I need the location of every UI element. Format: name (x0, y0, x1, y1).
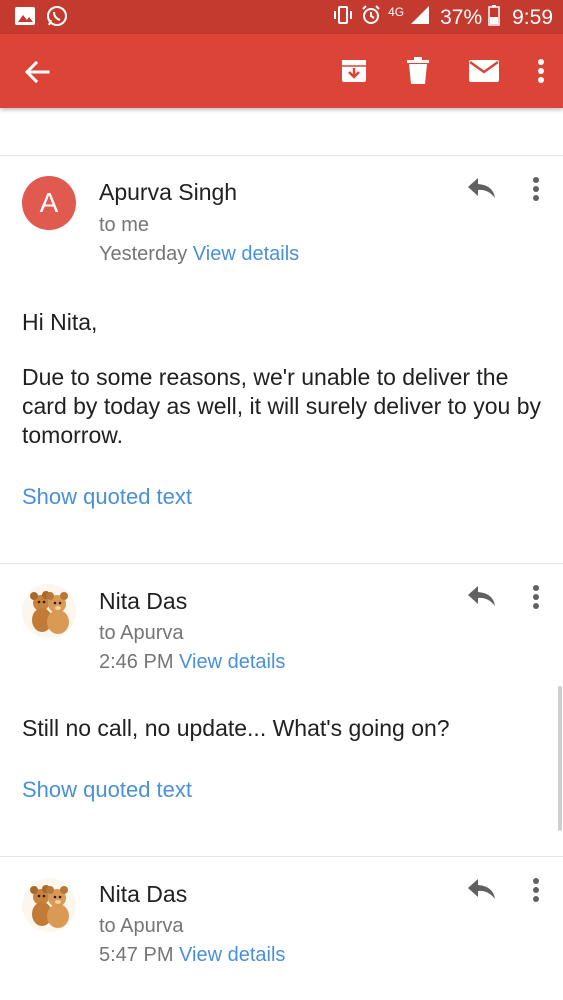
app-bar (0, 34, 563, 108)
show-quoted-text-link[interactable]: Show quoted text (22, 484, 192, 510)
whatsapp-notification-icon (46, 5, 68, 32)
reply-icon[interactable] (466, 175, 498, 205)
message-meta: Yesterday View details (99, 243, 299, 266)
sender-name[interactable]: Nita Das (99, 881, 187, 908)
recipient-line: to me (99, 214, 150, 236)
show-quoted-text-link[interactable]: Show quoted text (22, 777, 192, 803)
message-body: Due to some reasons, we'r unable to deli… (22, 364, 541, 448)
archive-icon[interactable] (337, 54, 371, 88)
battery-icon (488, 4, 500, 32)
message-card: Nita Das to Apurva 5:47 PM View details (0, 857, 563, 1000)
message-card: A Apurva Singh to me Yesterday View deta… (0, 157, 563, 563)
message-overflow-icon[interactable] (524, 876, 548, 906)
sender-name[interactable]: Apurva Singh (99, 179, 237, 206)
message-meta: 2:46 PM View details (99, 651, 285, 674)
gallery-notification-icon (14, 6, 36, 31)
back-arrow-icon[interactable] (20, 55, 54, 89)
signal-icon (410, 5, 430, 31)
teddy-bear-avatar-icon (22, 584, 76, 638)
message-meta: 5:47 PM View details (99, 944, 285, 967)
message-time: 5:47 PM (99, 944, 174, 966)
message-greeting: Hi Nita, (22, 309, 98, 335)
network-type: 4G (388, 5, 405, 19)
scrollbar-thumb[interactable] (558, 686, 562, 831)
subject-strip (0, 108, 563, 156)
view-details-link[interactable]: View details (193, 243, 299, 265)
view-details-link[interactable]: View details (179, 651, 285, 673)
clock: 9:59 (512, 6, 553, 29)
view-details-link[interactable]: View details (179, 944, 285, 966)
status-bar: 4G 37% 9:59 (0, 0, 563, 34)
message-card: Nita Das to Apurva 2:46 PM View details … (0, 564, 563, 856)
reply-icon[interactable] (466, 876, 498, 906)
recipient-line: to Apurva (99, 915, 184, 937)
message-time: Yesterday (99, 243, 188, 265)
reply-icon[interactable] (466, 583, 498, 613)
recipient-line: to Apurva (99, 622, 184, 644)
message-overflow-icon[interactable] (524, 583, 548, 613)
vibrate-icon (332, 4, 354, 32)
teddy-bear-avatar-icon (22, 878, 76, 932)
message-overflow-icon[interactable] (524, 175, 548, 205)
overflow-menu-icon[interactable] (533, 54, 549, 88)
battery-percent: 37% (440, 6, 483, 29)
alarm-icon (360, 4, 382, 32)
avatar[interactable] (22, 878, 76, 932)
sender-name[interactable]: Nita Das (99, 588, 187, 615)
message-body: Still no call, no update... What's going… (22, 715, 450, 741)
avatar[interactable] (22, 584, 76, 638)
mark-unread-icon[interactable] (467, 54, 501, 88)
delete-icon[interactable] (401, 54, 435, 88)
avatar[interactable]: A (22, 176, 76, 230)
avatar-letter: A (39, 187, 59, 218)
message-time: 2:46 PM (99, 651, 174, 673)
